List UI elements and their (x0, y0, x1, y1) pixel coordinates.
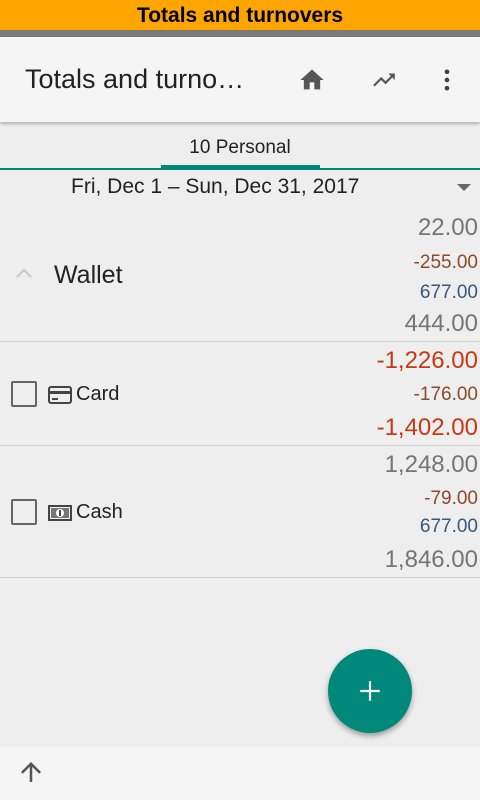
card-checkbox[interactable] (11, 381, 37, 407)
group-label: Wallet (54, 261, 123, 289)
tab-underline (0, 168, 480, 170)
banner-divider (0, 30, 480, 37)
group-income: 677.00 (419, 282, 478, 303)
dropdown-arrow-icon[interactable] (457, 184, 471, 191)
period-selector[interactable]: Fri, Dec 1 – Sun, Dec 31, 2017 (71, 175, 359, 199)
bottom-bar (0, 747, 480, 800)
trending-button[interactable] (369, 65, 399, 95)
home-icon (300, 69, 324, 90)
cash-expense: -79.00 (424, 488, 478, 509)
credit-card-icon (48, 386, 72, 404)
card-expense: -176.00 (413, 384, 478, 405)
cash-income: 677.00 (419, 516, 478, 537)
tab-personal[interactable]: 10 Personal (160, 137, 320, 159)
home-button[interactable] (297, 65, 327, 95)
account-label: Card (76, 383, 120, 405)
more-options-button[interactable] (432, 65, 462, 95)
chevron-up-icon[interactable] (14, 266, 34, 280)
cash-opening-balance: 1,248.00 (384, 451, 478, 478)
trending-up-icon (373, 73, 395, 87)
more-vert-icon (444, 69, 450, 91)
card-closing-balance: -1,402.00 (376, 414, 478, 441)
plus-icon (360, 681, 380, 701)
banknote-icon (48, 505, 72, 521)
row-divider (0, 577, 480, 578)
row-divider (0, 445, 480, 446)
add-button[interactable] (328, 649, 412, 733)
cash-closing-balance: 1,846.00 (384, 546, 478, 573)
app-bar: Totals and turno… (0, 37, 480, 122)
cash-checkbox[interactable] (11, 499, 37, 525)
page-title: Totals and turno… (25, 64, 245, 94)
account-label: Cash (76, 501, 123, 523)
window-title-banner: Totals and turnovers (0, 0, 480, 30)
arrow-up-icon[interactable] (16, 757, 46, 787)
card-opening-balance: -1,226.00 (376, 347, 478, 374)
group-expense: -255.00 (413, 252, 478, 273)
row-divider (0, 341, 480, 342)
group-closing-balance: 444.00 (404, 310, 478, 337)
group-opening-balance: 22.00 (417, 214, 478, 241)
